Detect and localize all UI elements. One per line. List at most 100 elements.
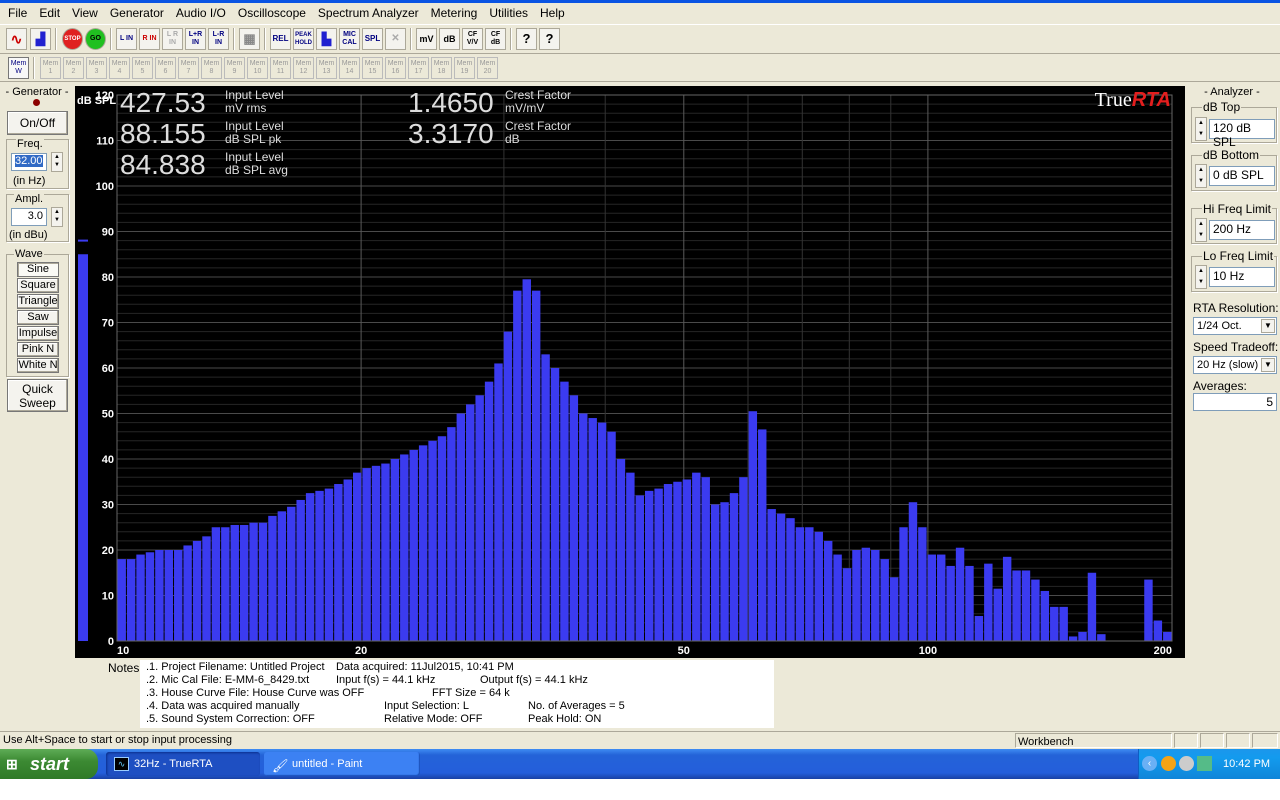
- memory-slot-3-button[interactable]: Mem 3: [86, 57, 107, 79]
- readout-crest-vv-value: 1.4650: [408, 87, 494, 118]
- note-line-3-b: FFT Size = 64 k: [432, 687, 510, 699]
- l-minus-r-input-button[interactable]: L-R IN: [208, 28, 229, 50]
- go-icon[interactable]: GO: [85, 28, 106, 50]
- disabled-tool-icon[interactable]: ✕: [385, 28, 406, 50]
- spectrum-bar: [1087, 572, 1097, 641]
- tray-app-icon[interactable]: [1161, 756, 1176, 771]
- peak-hold-button[interactable]: PEAK HOLD: [293, 28, 314, 50]
- stereo-input-button[interactable]: L R IN: [162, 28, 183, 50]
- memory-slot-5-button[interactable]: Mem 5: [132, 57, 153, 79]
- memory-slot-7-button[interactable]: Mem 7: [178, 57, 199, 79]
- quick-sweep-button[interactable]: Quick Sweep: [7, 379, 68, 412]
- memory-slot-20-button[interactable]: Mem 20: [477, 57, 498, 79]
- memory-slot-18-button[interactable]: Mem 18: [431, 57, 452, 79]
- memory-slot-19-button[interactable]: Mem 19: [454, 57, 475, 79]
- amplitude-input[interactable]: 3.0: [11, 208, 47, 226]
- menu-file[interactable]: File: [2, 4, 33, 22]
- spectrum-bar: [984, 563, 993, 641]
- wave-impulse-button[interactable]: Impulse: [17, 326, 59, 341]
- memory-slot-4-button[interactable]: Mem 4: [109, 57, 130, 79]
- db-top-input[interactable]: 120 dB SPL: [1209, 119, 1275, 149]
- rta-resolution-value: 1/24 Oct.: [1197, 320, 1242, 332]
- memory-slot-1-button[interactable]: Mem 1: [40, 57, 61, 79]
- readout-spl-avg-value: 84.838: [120, 149, 206, 180]
- db-bottom-spinner[interactable]: ▲ ▼: [1195, 164, 1207, 188]
- help-icon[interactable]: ?: [516, 28, 537, 50]
- menu-help[interactable]: Help: [534, 4, 571, 22]
- mv-units-button[interactable]: mV: [416, 28, 437, 50]
- memory-slot-8-button[interactable]: Mem 8: [201, 57, 222, 79]
- spectrum-view-icon[interactable]: ▟: [30, 28, 51, 50]
- l-plus-r-input-button[interactable]: L+R IN: [185, 28, 206, 50]
- tray-network-icon[interactable]: [1197, 756, 1212, 771]
- relative-mode-button[interactable]: REL: [270, 28, 291, 50]
- start-button[interactable]: ⊞ start: [0, 749, 98, 779]
- wave-white-noise-button[interactable]: White N: [17, 358, 59, 373]
- menu-oscilloscope[interactable]: Oscilloscope: [232, 4, 312, 22]
- menu-audio-io[interactable]: Audio I/O: [170, 4, 232, 22]
- generator-on-off-button[interactable]: On/Off: [7, 111, 68, 135]
- memory-slot-16-button[interactable]: Mem 16: [385, 57, 406, 79]
- memory-slot-12-button[interactable]: Mem 12: [293, 57, 314, 79]
- rta-resolution-select[interactable]: 1/24 Oct. ▼: [1193, 317, 1277, 335]
- memory-work-button[interactable]: Mem W: [8, 57, 29, 79]
- task-truerta[interactable]: ∿ 32Hz - TrueRTA: [106, 752, 260, 776]
- stop-icon[interactable]: STOP: [62, 28, 83, 50]
- task-paint[interactable]: 🖌 untitled - Paint: [264, 752, 420, 776]
- memory-slot-10-button[interactable]: Mem 10: [247, 57, 268, 79]
- grid-icon[interactable]: ▦: [239, 28, 260, 50]
- menu-view[interactable]: View: [66, 4, 104, 22]
- sine-wave-icon[interactable]: ∿: [6, 28, 27, 50]
- y-axis-label: dB SPL: [77, 95, 116, 107]
- menu-utilities[interactable]: Utilities: [483, 4, 534, 22]
- lo-freq-input[interactable]: 10 Hz: [1209, 267, 1275, 287]
- frequency-spinner[interactable]: ▲ ▼: [51, 152, 63, 172]
- memory-slot-11-button[interactable]: Mem 11: [270, 57, 291, 79]
- paint-app-icon: 🖌: [272, 758, 289, 773]
- wave-square-button[interactable]: Square: [17, 278, 59, 293]
- wave-sine-button[interactable]: Sine: [17, 262, 59, 277]
- crest-factor-db-button[interactable]: CF dB: [485, 28, 506, 50]
- hi-freq-spinner[interactable]: ▲ ▼: [1195, 218, 1207, 242]
- frequency-input[interactable]: 32.00: [11, 153, 47, 171]
- memory-slot-14-button[interactable]: Mem 14: [339, 57, 360, 79]
- db-top-spinner[interactable]: ▲ ▼: [1195, 117, 1207, 141]
- memory-slot-9-button[interactable]: Mem 9: [224, 57, 245, 79]
- spectrum-bar: [908, 502, 918, 641]
- rta-resolution-label: RTA Resolution:: [1193, 301, 1279, 315]
- menu-edit[interactable]: Edit: [33, 4, 66, 22]
- lo-freq-spinner[interactable]: ▲ ▼: [1195, 265, 1207, 289]
- memory-slot-2-button[interactable]: Mem 2: [63, 57, 84, 79]
- wave-pink-noise-button[interactable]: Pink N: [17, 342, 59, 357]
- hi-freq-input[interactable]: 200 Hz: [1209, 220, 1275, 240]
- note-line-5-c: Peak Hold: ON: [528, 713, 602, 725]
- memory-slot-15-button[interactable]: Mem 15: [362, 57, 383, 79]
- menu-generator[interactable]: Generator: [104, 4, 170, 22]
- spectrum-bar: [701, 477, 710, 641]
- tray-speaker-icon[interactable]: [1179, 756, 1194, 771]
- crest-factor-vv-button[interactable]: CF V/V: [462, 28, 483, 50]
- wave-triangle-button[interactable]: Triangle: [17, 294, 59, 309]
- averages-input[interactable]: 5: [1193, 393, 1277, 411]
- memory-slot-17-button[interactable]: Mem 17: [408, 57, 429, 79]
- right-input-button[interactable]: R IN: [139, 28, 160, 50]
- spl-button[interactable]: SPL: [362, 28, 383, 50]
- speed-tradeoff-select[interactable]: 20 Hz (slow) ▼: [1193, 356, 1277, 374]
- memory-slot-6-button[interactable]: Mem 6: [155, 57, 176, 79]
- chevron-down-icon: ▼: [1261, 358, 1275, 372]
- amplitude-spinner[interactable]: ▲ ▼: [51, 207, 63, 227]
- menu-spectrum-analyzer[interactable]: Spectrum Analyzer: [312, 4, 425, 22]
- spectrum-bar: [720, 502, 729, 641]
- status-mode: Workbench: [1018, 736, 1074, 748]
- db-bottom-input[interactable]: 0 dB SPL: [1209, 166, 1275, 186]
- whats-this-help-icon[interactable]: ?: [539, 28, 560, 50]
- averaging-icon[interactable]: ▙: [316, 28, 337, 50]
- memory-slot-13-button[interactable]: Mem 13: [316, 57, 337, 79]
- menu-metering[interactable]: Metering: [425, 4, 484, 22]
- spectrum-bar: [918, 527, 927, 641]
- left-input-button[interactable]: L IN: [116, 28, 137, 50]
- mic-cal-button[interactable]: MIC CAL: [339, 28, 360, 50]
- db-units-button[interactable]: dB: [439, 28, 460, 50]
- tray-expand-icon[interactable]: ‹: [1142, 756, 1157, 771]
- wave-saw-button[interactable]: Saw: [17, 310, 59, 325]
